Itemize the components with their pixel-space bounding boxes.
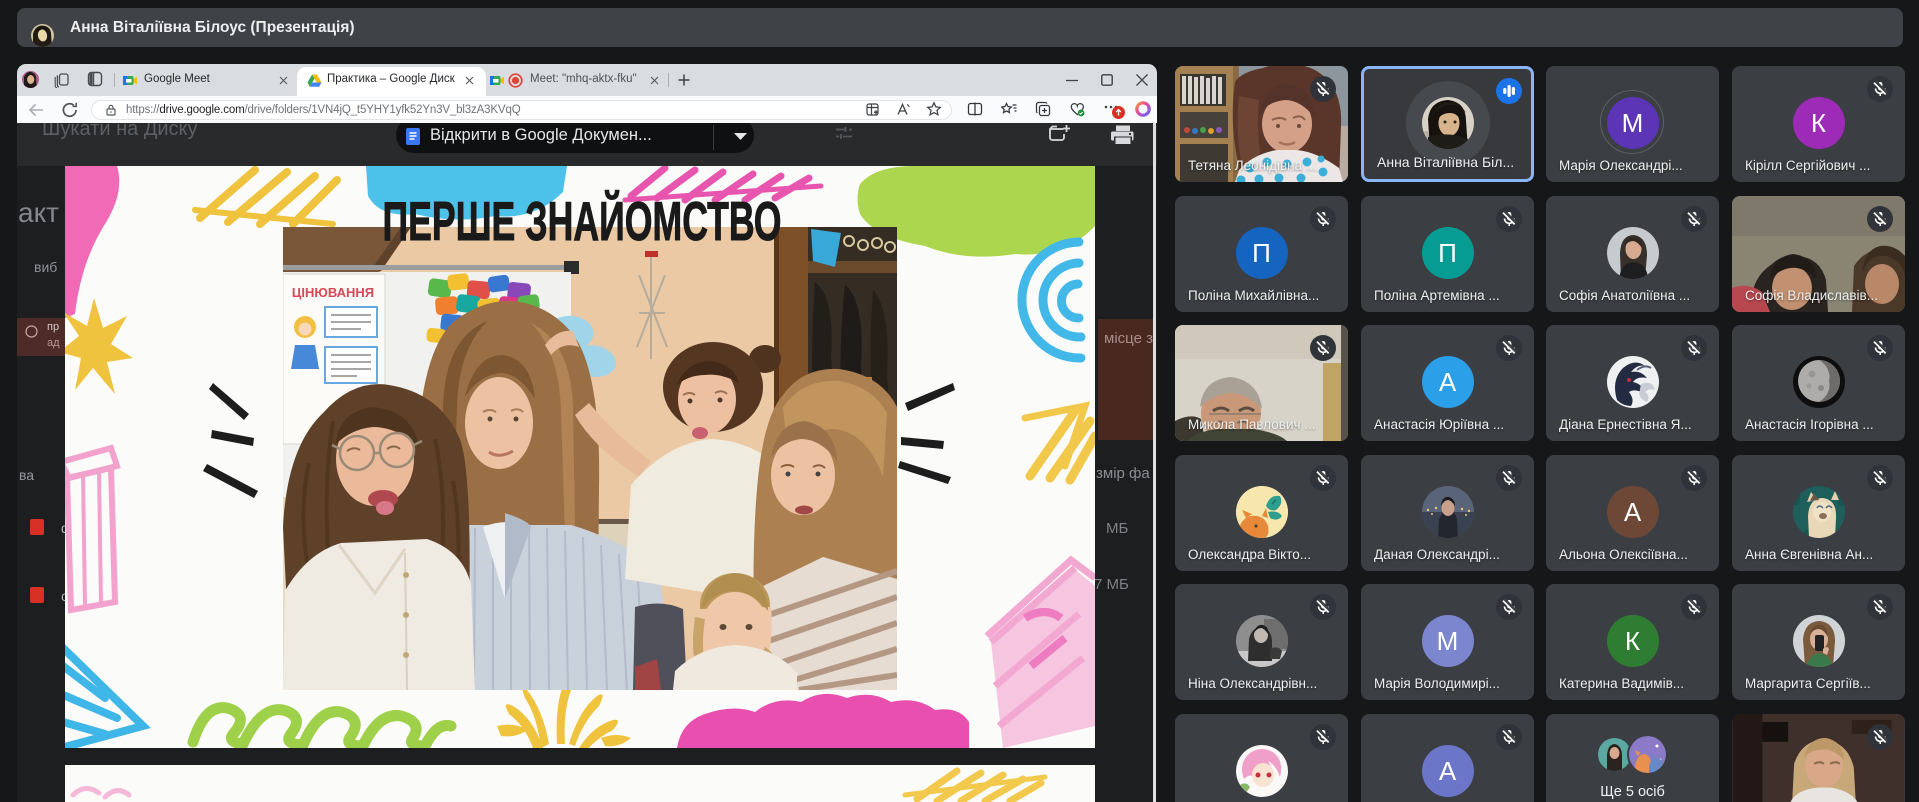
svg-text:ПЕРШЕ ЗНАЙОМСТВО: ПЕРШЕ ЗНАЙОМСТВО — [382, 190, 781, 252]
svg-text:ЦІНЮВАННЯ: ЦІНЮВАННЯ — [292, 285, 374, 300]
